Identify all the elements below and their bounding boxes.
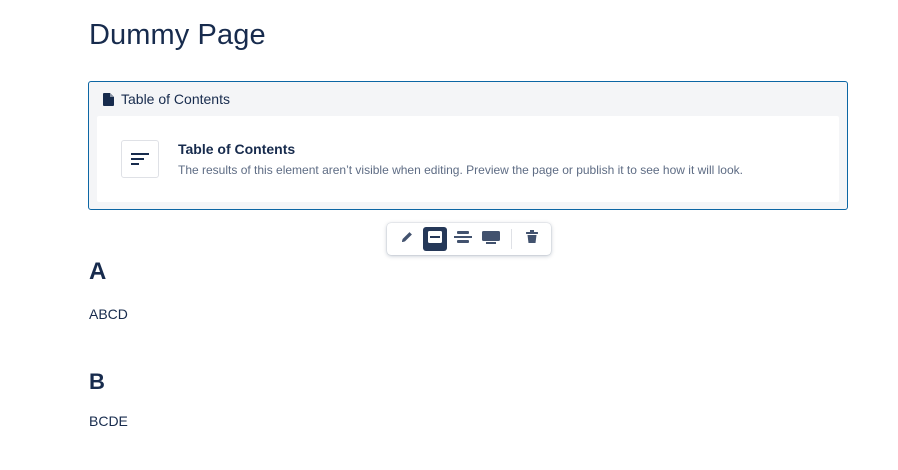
layout-full-width-icon <box>482 230 500 249</box>
section-heading-a[interactable]: A <box>89 258 106 286</box>
toolbar-divider <box>511 229 512 249</box>
section-text-a[interactable]: ABCD <box>89 306 128 322</box>
edit-button[interactable] <box>395 227 419 251</box>
macro-header-label: Table of Contents <box>121 91 230 107</box>
toc-macro[interactable]: Table of Contents Table of Contents The … <box>88 81 848 210</box>
editor-page: Dummy Page Table of Contents Table of Co… <box>0 0 898 470</box>
macro-header: Table of Contents <box>103 90 230 108</box>
toc-lines-icon <box>121 140 159 178</box>
layout-wide-button[interactable] <box>451 227 475 251</box>
layout-default-icon <box>427 230 443 249</box>
section-text-b[interactable]: BCDE <box>89 413 128 429</box>
macro-title: Table of Contents <box>178 141 296 157</box>
delete-button[interactable] <box>520 227 544 251</box>
document-icon <box>103 92 114 106</box>
pencil-icon <box>400 230 414 249</box>
macro-description: The results of this element aren’t visib… <box>178 163 743 177</box>
layout-wide-icon <box>454 230 472 249</box>
trash-icon <box>526 230 538 248</box>
section-heading-b[interactable]: B <box>89 369 105 395</box>
macro-body: Table of Contents The results of this el… <box>97 116 839 202</box>
layout-default-button[interactable] <box>423 227 447 251</box>
layout-full-width-button[interactable] <box>479 227 503 251</box>
page-title[interactable]: Dummy Page <box>89 16 266 54</box>
macro-floating-toolbar <box>387 223 551 255</box>
